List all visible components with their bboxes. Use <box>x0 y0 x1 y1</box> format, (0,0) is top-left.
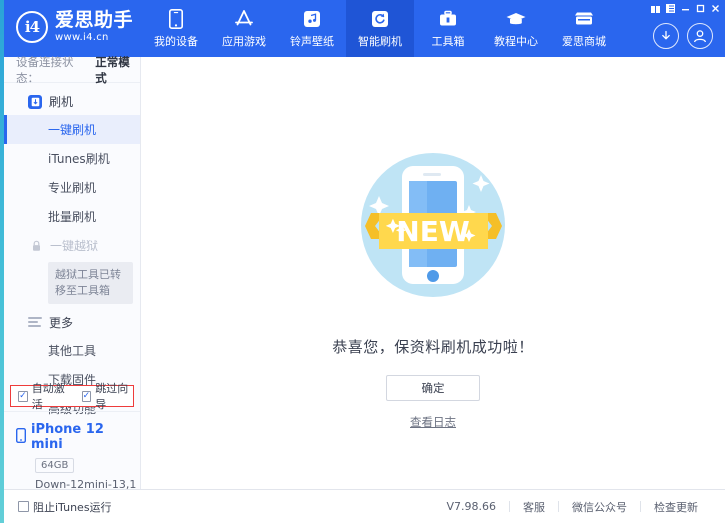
device-info-panel[interactable]: iPhone 12 mini 64GB Down-12mini-13,1 <box>4 411 140 489</box>
maximize-button[interactable] <box>694 2 707 14</box>
view-log-link[interactable]: 查看日志 <box>410 414 456 430</box>
logo-text: 爱思助手 www.i4.cn <box>55 11 133 43</box>
sidebar-group-flash: 刷机 <box>4 88 140 115</box>
check-update-link[interactable]: 检查更新 <box>641 499 711 515</box>
checkbox-label: 阻止iTunes运行 <box>33 499 112 515</box>
success-message: 恭喜您，保资料刷机成功啦！ <box>332 336 534 357</box>
menu-icon[interactable] <box>664 2 677 14</box>
nav-item-apps-games[interactable]: 应用游戏 <box>210 0 278 57</box>
graduation-cap-icon <box>505 8 527 29</box>
download-icon[interactable] <box>653 23 679 49</box>
checkbox-label: 自动激活 <box>32 380 70 412</box>
toolbox-icon <box>438 8 458 29</box>
nav-item-toolbox[interactable]: 工具箱 <box>414 0 482 57</box>
sidebar-item-batch-flash[interactable]: 批量刷机 <box>4 202 140 231</box>
status-bar-links: V7.98.66 客服 微信公众号 检查更新 <box>433 499 711 515</box>
app-header: i4 爱思助手 www.i4.cn 我的设备 应用游戏 <box>4 0 725 57</box>
sidebar-item-label: 一键刷机 <box>48 121 96 138</box>
music-icon <box>303 8 321 29</box>
sidebar-item-pro-flash[interactable]: 专业刷机 <box>4 173 140 202</box>
block-itunes-checkbox[interactable]: 阻止iTunes运行 <box>18 499 112 515</box>
checkbox-mark: ✓ <box>82 391 92 402</box>
user-avatar-icon[interactable] <box>687 23 713 49</box>
device-name-row: iPhone 12 mini <box>16 422 140 452</box>
skip-wizard-checkbox[interactable]: ✓ 跳过向导 <box>82 380 134 412</box>
sidebar-item-label: iTunes刷机 <box>48 150 110 167</box>
nav-label: 爱思商城 <box>562 33 606 49</box>
logo-title: 爱思助手 <box>55 11 133 31</box>
logo-subtitle: www.i4.cn <box>55 33 133 44</box>
customer-service-link[interactable]: 客服 <box>510 499 558 515</box>
appstore-icon <box>233 8 255 29</box>
nav-label: 我的设备 <box>154 33 198 49</box>
checkbox-mark <box>18 501 29 512</box>
nav-item-my-device[interactable]: 我的设备 <box>142 0 210 57</box>
logo-mark-icon: i4 <box>16 11 48 43</box>
refresh-icon <box>371 8 389 29</box>
sidebar-item-label: 一键越狱 <box>50 237 98 254</box>
flash-device-icon <box>28 95 42 109</box>
nav-item-smart-flash[interactable]: 智能刷机 <box>346 0 414 57</box>
sidebar-item-label: 批量刷机 <box>48 208 96 225</box>
shop-icon <box>573 8 595 29</box>
flash-options-highlight: ✓ 自动激活 ✓ 跳过向导 <box>10 385 134 407</box>
window-controls <box>649 2 722 14</box>
gift-icon[interactable] <box>649 2 662 14</box>
sidebar-item-label: 专业刷机 <box>48 179 96 196</box>
sidebar-item-other-tools[interactable]: 其他工具 <box>4 336 140 365</box>
close-button[interactable] <box>709 2 722 14</box>
connection-status: 设备连接状态： 正常模式 <box>4 57 140 83</box>
new-badge-illustration: NEW <box>341 133 526 322</box>
sidebar-item-label: 其他工具 <box>48 342 96 359</box>
jailbreak-tooltip: 越狱工具已转移至工具箱 <box>48 262 133 304</box>
checkbox-mark: ✓ <box>18 391 28 402</box>
sidebar-group-more: 更多 <box>4 309 140 336</box>
auto-activate-checkbox[interactable]: ✓ 自动激活 <box>18 380 70 412</box>
sidebar-item-one-key-jailbreak: 一键越狱 <box>4 231 140 260</box>
main-nav: 我的设备 应用游戏 铃声壁纸 智能刷机 <box>142 0 618 57</box>
nav-label: 教程中心 <box>494 33 538 49</box>
confirm-button[interactable]: 确定 <box>386 375 480 401</box>
version-label: V7.98.66 <box>433 500 509 513</box>
nav-label: 应用游戏 <box>222 33 266 49</box>
sidebar-item-one-key-flash[interactable]: 一键刷机 <box>4 115 140 144</box>
checkbox-label: 跳过向导 <box>95 380 133 412</box>
sidebar-group-label: 刷机 <box>49 93 73 110</box>
sidebar-item-itunes-flash[interactable]: iTunes刷机 <box>4 144 140 173</box>
device-capacity-badge: 64GB <box>35 458 74 473</box>
device-phone-icon <box>16 428 26 447</box>
sidebar-group-label: 更多 <box>49 314 73 331</box>
nav-label: 铃声壁纸 <box>290 33 334 49</box>
nav-item-i4-store[interactable]: 爱思商城 <box>550 0 618 57</box>
nav-label: 工具箱 <box>432 33 465 49</box>
connection-status-value: 正常模式 <box>95 54 140 86</box>
sidebar: 设备连接状态： 正常模式 刷机 一键刷机 iTunes刷机 专业刷机 批量刷机 … <box>4 57 141 489</box>
status-bar: 阻止iTunes运行 V7.98.66 客服 微信公众号 检查更新 <box>4 489 725 523</box>
wechat-official-link[interactable]: 微信公众号 <box>559 499 640 515</box>
main-content: NEW 恭喜您，保资料刷机成功啦！ 确定 查看日志 <box>141 57 725 489</box>
lock-icon <box>30 239 43 252</box>
app-window: i4 爱思助手 www.i4.cn 我的设备 应用游戏 <box>0 0 725 523</box>
nav-item-tutorial-center[interactable]: 教程中心 <box>482 0 550 57</box>
nav-item-ringtones-wallpaper[interactable]: 铃声壁纸 <box>278 0 346 57</box>
connection-status-label: 设备连接状态： <box>16 54 94 86</box>
header-actions <box>653 23 713 49</box>
app-logo: i4 爱思助手 www.i4.cn <box>16 11 133 43</box>
device-name: iPhone 12 mini <box>31 422 140 452</box>
phone-icon <box>169 8 183 29</box>
nav-label: 智能刷机 <box>358 33 402 49</box>
new-badge-text: NEW <box>396 215 470 248</box>
minimize-button[interactable] <box>679 2 692 14</box>
list-icon <box>28 317 42 327</box>
